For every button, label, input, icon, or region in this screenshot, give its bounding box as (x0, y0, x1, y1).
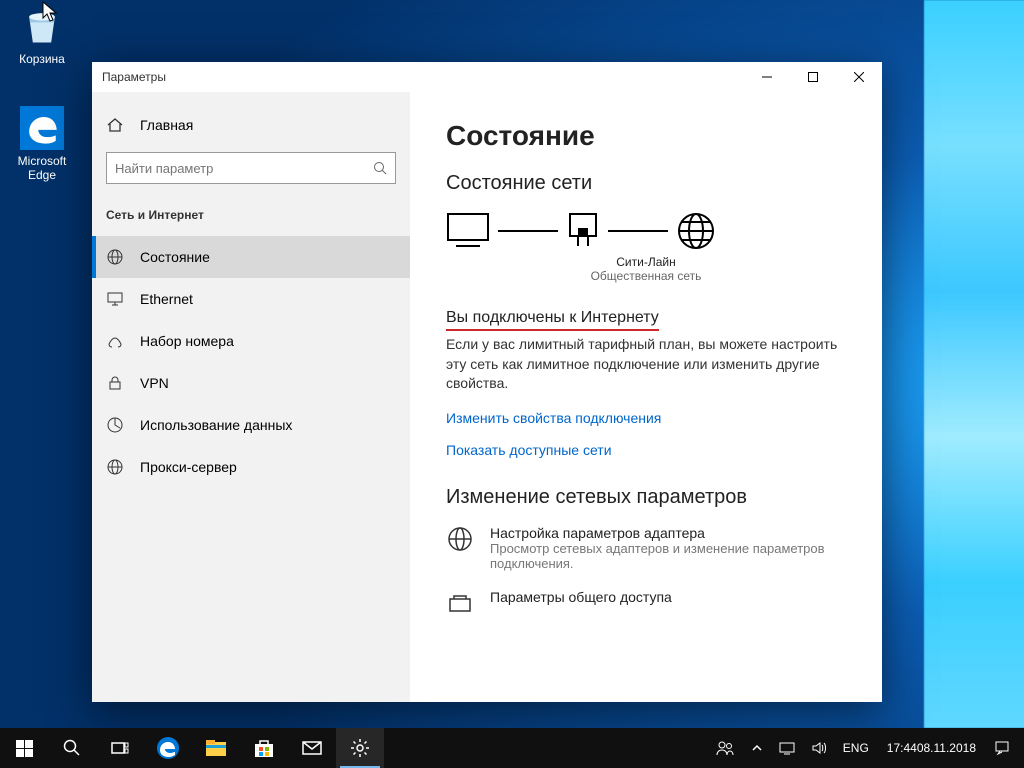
connected-heading: Вы подключены к Интернету (446, 309, 659, 331)
option-title: Настройка параметров адаптера (490, 525, 846, 541)
sidebar-item-vpn[interactable]: VPN (92, 362, 410, 404)
search-input[interactable] (115, 161, 373, 176)
adapter-settings-option[interactable]: Настройка параметров адаптера Просмотр с… (446, 525, 846, 571)
nav-label: Ethernet (140, 291, 193, 307)
router-icon (566, 212, 600, 250)
sidebar-item-dialup[interactable]: Набор номера (92, 320, 410, 362)
maximize-button[interactable] (790, 62, 836, 92)
vpn-icon (106, 374, 124, 392)
option-title: Параметры общего доступа (490, 589, 672, 605)
titlebar[interactable]: Параметры (92, 62, 882, 92)
sharing-icon (446, 589, 474, 617)
start-button[interactable] (0, 728, 48, 768)
change-connection-props-link[interactable]: Изменить свойства подключения (446, 410, 846, 426)
recycle-bin-label: Корзина (5, 52, 79, 66)
change-settings-heading: Изменение сетевых параметров (446, 486, 846, 509)
language-indicator[interactable]: ENG (835, 728, 877, 768)
network-status-heading: Состояние сети (446, 172, 846, 195)
search-box[interactable] (106, 152, 396, 184)
sharing-settings-option[interactable]: Параметры общего доступа (446, 589, 846, 617)
taskbar-explorer[interactable] (192, 728, 240, 768)
action-center-icon[interactable] (986, 728, 1018, 768)
nav-label: Состояние (140, 249, 210, 265)
window-title: Параметры (102, 70, 166, 84)
settings-window: Параметры Главная Сеть и Интернет Со (92, 62, 882, 702)
taskbar-mail[interactable] (288, 728, 336, 768)
sidebar-item-status[interactable]: Состояние (92, 236, 410, 278)
clock[interactable]: 17:44 08.11.2018 (877, 728, 986, 768)
tray-chevron-up-icon[interactable] (743, 728, 771, 768)
network-type: Общественная сеть (446, 269, 846, 283)
home-icon (106, 116, 124, 134)
content: Состояние Состояние сети Сити-Лайн Общес… (410, 92, 882, 702)
home-button[interactable]: Главная (92, 108, 410, 142)
computer-icon (446, 212, 490, 250)
clock-date: 08.11.2018 (917, 741, 976, 755)
taskbar-edge[interactable] (144, 728, 192, 768)
data-usage-icon (106, 416, 124, 434)
internet-globe-icon (676, 211, 716, 251)
taskbar-settings[interactable] (336, 728, 384, 768)
dialup-icon (106, 332, 124, 350)
desktop[interactable]: Корзина Microsoft Edge Параметры Главная (0, 0, 1024, 768)
nav-label: Набор номера (140, 333, 234, 349)
sidebar-section: Сеть и Интернет (92, 202, 410, 236)
connected-description: Если у вас лимитный тарифный план, вы мо… (446, 335, 846, 394)
taskbar: ENG 17:44 08.11.2018 (0, 728, 1024, 768)
home-label: Главная (140, 117, 193, 133)
proxy-icon (106, 458, 124, 476)
network-caption: Сити-Лайн Общественная сеть (446, 255, 846, 283)
taskbar-store[interactable] (240, 728, 288, 768)
globe-icon (106, 248, 124, 266)
volume-tray-icon[interactable] (803, 728, 835, 768)
page-title: Состояние (446, 120, 846, 152)
close-button[interactable] (836, 62, 882, 92)
show-desktop-button[interactable] (1018, 728, 1024, 768)
option-desc: Просмотр сетевых адаптеров и изменение п… (490, 541, 846, 571)
sidebar-item-ethernet[interactable]: Ethernet (92, 278, 410, 320)
mouse-cursor (42, 1, 58, 25)
wallpaper-light (924, 0, 1024, 728)
edge-label: Microsoft Edge (5, 154, 79, 182)
people-icon[interactable] (707, 728, 743, 768)
systray: ENG 17:44 08.11.2018 (707, 728, 1024, 768)
network-tray-icon[interactable] (771, 728, 803, 768)
network-diagram (446, 211, 846, 251)
taskview-button[interactable] (96, 728, 144, 768)
search-button[interactable] (48, 728, 96, 768)
search-icon (373, 161, 387, 175)
network-name: Сити-Лайн (446, 255, 846, 269)
recycle-bin-icon[interactable]: Корзина (5, 4, 79, 66)
nav-label: Использование данных (140, 417, 292, 433)
sidebar-item-proxy[interactable]: Прокси-сервер (92, 446, 410, 488)
nav-label: VPN (140, 375, 169, 391)
sidebar: Главная Сеть и Интернет Состояние Ethern… (92, 92, 410, 702)
show-networks-link[interactable]: Показать доступные сети (446, 442, 846, 458)
clock-time: 17:44 (887, 741, 917, 755)
ethernet-icon (106, 290, 124, 308)
nav-label: Прокси-сервер (140, 459, 237, 475)
adapter-icon (446, 525, 474, 553)
minimize-button[interactable] (744, 62, 790, 92)
edge-desktop-icon[interactable]: Microsoft Edge (5, 106, 79, 182)
sidebar-item-datausage[interactable]: Использование данных (92, 404, 410, 446)
